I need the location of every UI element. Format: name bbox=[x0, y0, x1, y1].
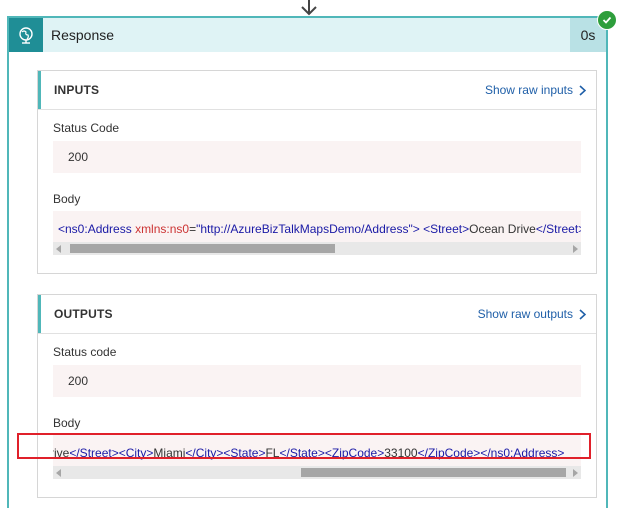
horizontal-scrollbar[interactable] bbox=[53, 242, 581, 255]
body-label: Body bbox=[53, 192, 81, 206]
globe-icon bbox=[9, 18, 43, 52]
inputs-section: INPUTS Show raw inputs Status Code 200 B… bbox=[37, 70, 597, 274]
scroll-left-icon[interactable] bbox=[56, 469, 61, 477]
flow-down-arrow-icon bbox=[301, 0, 317, 16]
inputs-title: INPUTS bbox=[54, 83, 100, 97]
scroll-right-icon[interactable] bbox=[573, 245, 578, 253]
inputs-header: INPUTS Show raw inputs bbox=[38, 71, 596, 110]
chevron-right-icon bbox=[579, 308, 586, 320]
show-raw-outputs-link[interactable]: Show raw outputs bbox=[478, 307, 586, 321]
outputs-section: OUTPUTS Show raw outputs Status code 200… bbox=[37, 294, 597, 498]
card-title: Response bbox=[51, 27, 115, 43]
scroll-thumb[interactable] bbox=[301, 468, 566, 477]
scroll-left-icon[interactable] bbox=[56, 245, 61, 253]
body-code-line: <ns0:Address xmlns:ns0="http://AzureBizT… bbox=[58, 222, 581, 236]
scroll-thumb[interactable] bbox=[70, 244, 335, 253]
status-code-value: 200 bbox=[53, 141, 581, 173]
outputs-title: OUTPUTS bbox=[54, 307, 113, 321]
status-code-value: 200 bbox=[53, 365, 581, 397]
scroll-right-icon[interactable] bbox=[573, 469, 578, 477]
card-header[interactable]: Response 0s bbox=[9, 18, 606, 52]
body-code-box[interactable]: <ns0:Address xmlns:ns0="http://AzureBizT… bbox=[53, 211, 581, 255]
status-code-label: Status Code bbox=[53, 121, 120, 135]
status-code-label: Status code bbox=[53, 345, 117, 359]
outputs-header: OUTPUTS Show raw outputs bbox=[38, 295, 596, 334]
success-check-icon bbox=[597, 10, 617, 30]
show-raw-inputs-link[interactable]: Show raw inputs bbox=[485, 83, 586, 97]
body-label: Body bbox=[53, 416, 81, 430]
horizontal-scrollbar[interactable] bbox=[53, 466, 581, 479]
chevron-right-icon bbox=[579, 84, 586, 96]
highlight-box bbox=[17, 433, 591, 459]
